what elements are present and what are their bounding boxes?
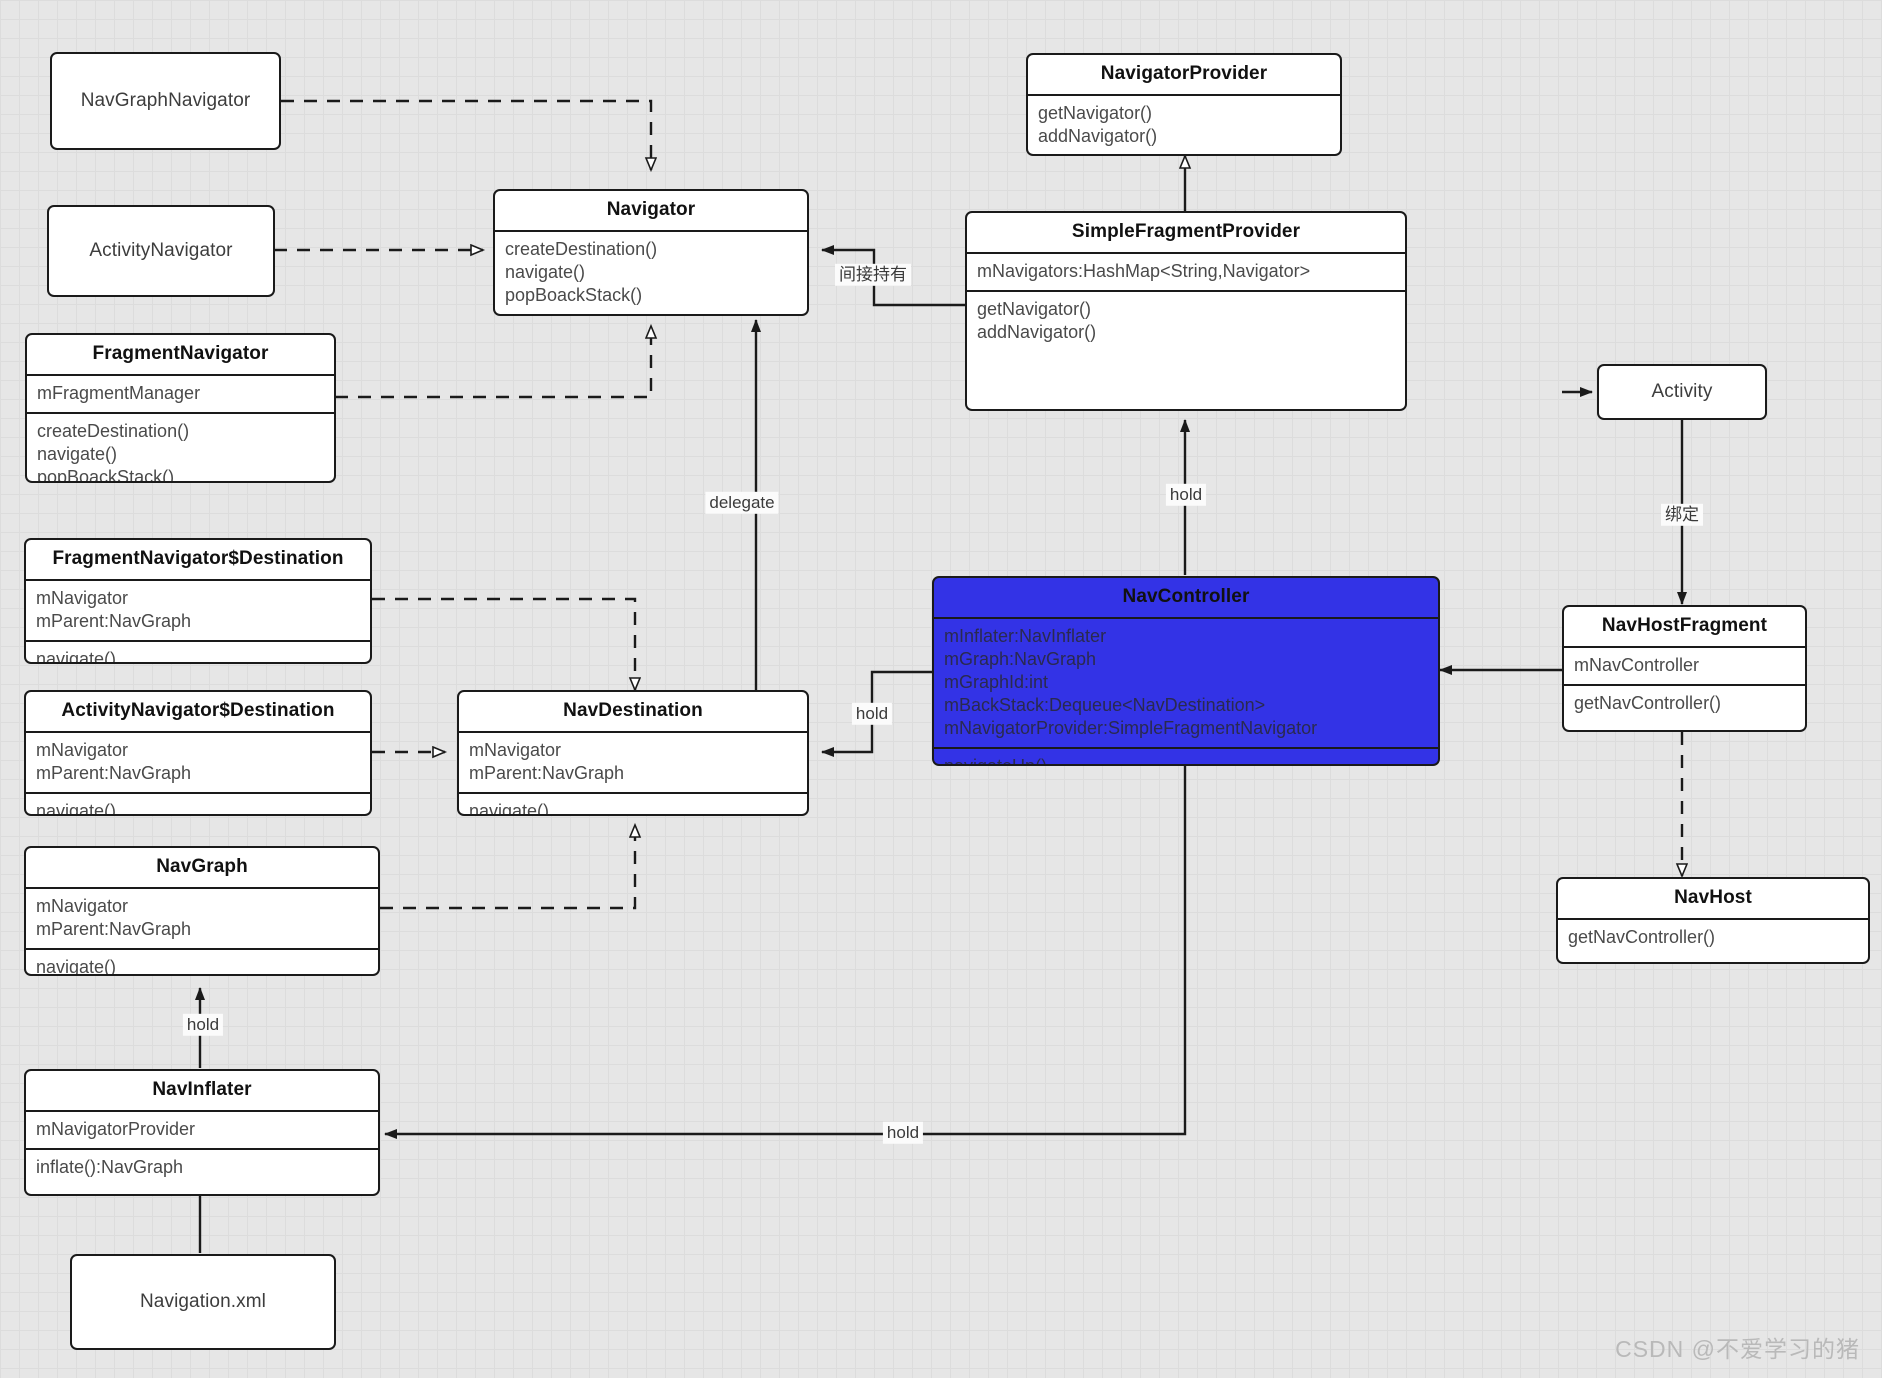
class-node-activitynavigator[interactable]: ActivityNavigator bbox=[47, 205, 275, 297]
class-title-simplefragmentprovider: SimpleFragmentProvider bbox=[1071, 221, 1301, 242]
class-title-fragmentnavigator: FragmentNavigator bbox=[92, 343, 269, 364]
class-title-navdestination: NavDestination bbox=[563, 700, 703, 721]
class-title-navgraph: NavGraph bbox=[156, 856, 248, 877]
class-node-navgraph[interactable]: NavGraph mNavigator mParent:NavGraph nav… bbox=[24, 846, 380, 976]
class-title-navigator: Navigator bbox=[606, 199, 696, 220]
edge-fragmentnavigator-navigator bbox=[335, 326, 651, 399]
class-node-navcontroller[interactable]: NavController mInflater:NavInflater mGra… bbox=[932, 576, 1440, 766]
edge-navgraph-navdestination bbox=[380, 825, 635, 910]
class-attributes-navdestination: mNavigator mParent:NavGraph bbox=[459, 730, 807, 792]
uml-class-diagram-canvas: NavGraphNavigator ActivityNavigator Frag… bbox=[0, 0, 1882, 1378]
class-methods-navhostfragment: getNavController() bbox=[1564, 683, 1805, 722]
edge-label-indirect-hold: 间接持有 bbox=[835, 263, 911, 287]
class-node-navgraphnavigator[interactable]: NavGraphNavigator bbox=[50, 52, 281, 150]
class-node-simplefragmentprovider[interactable]: SimpleFragmentProvider mNavigators:HashM… bbox=[965, 211, 1407, 411]
class-node-fragmentnavigator[interactable]: FragmentNavigator mFragmentManager creat… bbox=[25, 333, 336, 483]
class-title-fragmentnavigator-destination: FragmentNavigator$Destination bbox=[52, 548, 344, 569]
class-methods-navgraph: navigate() bbox=[26, 947, 378, 974]
class-node-navdestination[interactable]: NavDestination mNavigator mParent:NavGra… bbox=[457, 690, 809, 816]
class-methods-navdestination: navigate() bbox=[459, 791, 807, 814]
class-title-activity: Activity bbox=[1651, 381, 1713, 403]
class-node-navigatorprovider[interactable]: NavigatorProvider getNavigator() addNavi… bbox=[1026, 53, 1342, 156]
class-title-navinflater: NavInflater bbox=[152, 1079, 252, 1100]
class-title-navhostfragment: NavHostFragment bbox=[1601, 615, 1768, 636]
class-attributes-navgraph: mNavigator mParent:NavGraph bbox=[26, 886, 378, 948]
class-methods-activitynavigator-destination: navigate() bbox=[26, 791, 370, 814]
class-methods-fragmentnavigator: createDestination() navigate() popBoackS… bbox=[27, 411, 334, 481]
class-methods-navigatorprovider: getNavigator() addNavigator() bbox=[1028, 93, 1340, 154]
class-node-fragmentnavigator-destination[interactable]: FragmentNavigator$Destination mNavigator… bbox=[24, 538, 372, 664]
edge-navgraphnavigator-navigator bbox=[281, 99, 651, 170]
class-attributes-fragmentnavigator-destination: mNavigator mParent:NavGraph bbox=[26, 578, 370, 640]
class-methods-navinflater: inflate():NavGraph bbox=[26, 1147, 378, 1186]
edge-label-bind: 绑定 bbox=[1661, 503, 1703, 527]
watermark: CSDN @不爱学习的猪 bbox=[1615, 1336, 1860, 1362]
class-title-navcontroller: NavController bbox=[1122, 586, 1250, 607]
class-title-navigatorprovider: NavigatorProvider bbox=[1100, 63, 1268, 84]
class-node-navigation-xml[interactable]: Navigation.xml bbox=[70, 1254, 336, 1350]
class-node-activity[interactable]: Activity bbox=[1597, 364, 1767, 420]
class-attributes-fragmentnavigator: mFragmentManager bbox=[27, 373, 334, 412]
class-node-activitynavigator-destination[interactable]: ActivityNavigator$Destination mNavigator… bbox=[24, 690, 372, 816]
class-attributes-simplefragmentprovider: mNavigators:HashMap<String,Navigator> bbox=[967, 251, 1405, 290]
class-attributes-navcontroller: mInflater:NavInflater mGraph:NavGraph mG… bbox=[934, 616, 1438, 747]
edge-fragmentdestination-navdestination bbox=[372, 597, 635, 690]
edge-label-hold-navgraph: hold bbox=[182, 1013, 224, 1037]
edge-label-hold-inflater: hold bbox=[882, 1121, 924, 1145]
class-methods-fragmentnavigator-destination: navigate() bbox=[26, 639, 370, 662]
class-attributes-activitynavigator-destination: mNavigator mParent:NavGraph bbox=[26, 730, 370, 792]
class-title-navigation-xml: Navigation.xml bbox=[139, 1291, 266, 1313]
class-methods-navigator: createDestination() navigate() popBoackS… bbox=[495, 229, 807, 314]
class-methods-navhost: getNavController() bbox=[1558, 917, 1868, 956]
class-title-navhost: NavHost bbox=[1674, 887, 1752, 908]
edge-label-hold-provider: hold bbox=[1165, 483, 1207, 507]
class-title-activitynavigator-destination: ActivityNavigator$Destination bbox=[61, 700, 335, 721]
class-attributes-navhostfragment: mNavController bbox=[1564, 645, 1805, 684]
class-title-activitynavigator: ActivityNavigator bbox=[89, 240, 233, 262]
edge-navcontroller-navinflater-hold bbox=[384, 765, 1187, 1139]
class-attributes-navinflater: mNavigatorProvider bbox=[26, 1109, 378, 1148]
class-title-navgraphnavigator: NavGraphNavigator bbox=[80, 90, 251, 112]
class-methods-navcontroller: navigateUp() navigate() bbox=[934, 747, 1438, 764]
class-node-navhost[interactable]: NavHost getNavController() bbox=[1556, 877, 1870, 964]
class-node-navigator[interactable]: Navigator createDestination() navigate()… bbox=[493, 189, 809, 316]
edge-label-delegate: delegate bbox=[705, 491, 779, 515]
class-node-navinflater[interactable]: NavInflater mNavigatorProvider inflate()… bbox=[24, 1069, 380, 1196]
edge-label-hold-destination: hold bbox=[851, 702, 893, 726]
class-node-navhostfragment[interactable]: NavHostFragment mNavController getNavCon… bbox=[1562, 605, 1807, 732]
class-methods-simplefragmentprovider: getNavigator() addNavigator() bbox=[967, 289, 1405, 351]
